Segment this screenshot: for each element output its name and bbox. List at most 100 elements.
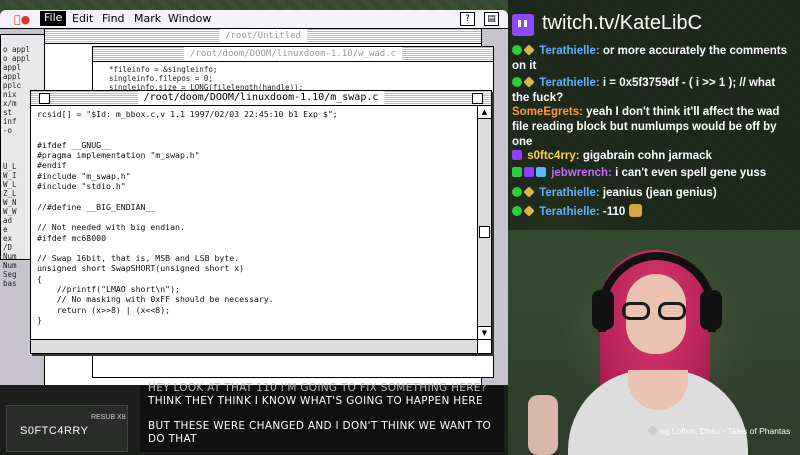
badge-icon: [512, 77, 522, 87]
badge-icon: [523, 186, 535, 198]
code-line[interactable]: #include "m_swap.h": [37, 171, 467, 181]
code-line[interactable]: rcsid[] = "$Id: m_bbox.c,v 1.1 1997/02/0…: [37, 109, 467, 119]
terminal-line: Num: [3, 261, 17, 270]
menu-find[interactable]: Find: [102, 12, 125, 25]
menu-file[interactable]: File: [40, 11, 67, 26]
terminal-line: appl: [3, 72, 22, 81]
scroll-thumb[interactable]: [479, 226, 490, 238]
code-line[interactable]: // Swapping 32bit.: [37, 336, 467, 337]
application-icon[interactable]: ▤: [484, 12, 499, 26]
chat-username[interactable]: jebwrench:: [551, 167, 612, 179]
terminal-line: ex: [3, 234, 13, 243]
chat-message: Terathielle: -110: [512, 204, 790, 220]
menu-edit[interactable]: Edit: [72, 12, 93, 25]
badge-icon: [512, 45, 522, 55]
chat-text: jeanius (jean genius): [602, 187, 717, 199]
emote-icon: [628, 204, 642, 217]
captions-box: HEY LOOK AT THAT 110 I'M GOING TO FIX SO…: [140, 382, 504, 452]
m-swap-window-title: /root/doom/DOOM/linuxdoom-1.10/m_swap.c: [137, 91, 385, 105]
code-line[interactable]: unsigned short SwapSHORT(unsigned short …: [37, 263, 467, 273]
music-credit: ng Lofton, Dhsu - Tales of Phantas: [648, 426, 790, 436]
terminal-line: Num: [3, 252, 17, 261]
terminal-line: inf: [3, 117, 17, 126]
code-line[interactable]: [37, 191, 467, 201]
code-line[interactable]: #pragma implementation "m_swap.h": [37, 150, 467, 160]
zoom-box-icon[interactable]: [472, 93, 483, 104]
chat-username[interactable]: Terathielle:: [539, 77, 600, 89]
code-line[interactable]: [37, 212, 467, 222]
badge-icon: [523, 44, 535, 56]
chat-username[interactable]: SomeEgrets:: [512, 106, 583, 118]
chat-username[interactable]: Terathielle:: [539, 206, 600, 218]
untitled-window-titlebar[interactable]: /root/Untitled: [45, 29, 481, 44]
help-icon[interactable]: ?: [460, 12, 475, 26]
chat-username[interactable]: Terathielle:: [539, 187, 600, 199]
headphone-earcup: [592, 290, 614, 330]
terminal-line: o appl: [3, 45, 31, 54]
streamer-arm: [528, 395, 558, 455]
twitch-chat: twitch.tv/KateLibC Terathielle: or more …: [512, 6, 796, 226]
vertical-scrollbar[interactable]: ▲ ▼: [477, 106, 491, 339]
chat-text: -110: [602, 206, 626, 218]
terminal-line: U_L: [3, 162, 17, 171]
apple-icon[interactable]: ●: [14, 13, 30, 26]
terminal-line: bas: [3, 279, 17, 288]
menu-window[interactable]: Window: [168, 12, 211, 25]
badge-icon: [524, 167, 534, 177]
m-swap-window-titlebar[interactable]: /root/doom/DOOM/linuxdoom-1.10/m_swap.c: [31, 91, 491, 106]
chat-message: Terathielle: or more accurately the comm…: [512, 44, 790, 74]
chat-username[interactable]: Terathielle:: [539, 45, 600, 57]
caption-line: THINK THEY THINK I KNOW WHAT'S GOING TO …: [148, 395, 483, 407]
terminal-line: W_W: [3, 207, 17, 216]
code-line[interactable]: [37, 325, 467, 335]
code-line[interactable]: [37, 130, 467, 140]
resub-name: S0FTC4RRY: [20, 425, 89, 437]
badge-icon: [536, 167, 546, 177]
terminal-line: Seg: [3, 270, 17, 279]
code-line[interactable]: return (x>>8) | (x<<8);: [37, 305, 467, 315]
code-editor[interactable]: rcsid[] = "$Id: m_bbox.c,v 1.1 1997/02/0…: [37, 109, 467, 337]
w-wad-window-title: /root/doom/DOOM/linuxdoom-1.10/w_wad.c: [184, 47, 402, 61]
menu-mark[interactable]: Mark: [134, 12, 161, 25]
chat-message: Terathielle: i = 0x5f3759df - ( i >> 1 )…: [512, 76, 790, 106]
code-line[interactable]: // Swap 16bit, that is, MSB and LSB byte…: [37, 253, 467, 263]
code-line[interactable]: #ifdef mc68000: [37, 233, 467, 243]
terminal-lines: o appl o appl appl appl pplc nix x/m st inf -o U_…: [3, 45, 30, 288]
terminal-line: pplc: [3, 81, 22, 90]
badge-icon: [512, 150, 522, 160]
badge-icon: [512, 206, 522, 216]
resize-box-icon[interactable]: [477, 339, 491, 353]
code-line[interactable]: #endif: [37, 160, 467, 170]
chat-message: jebwrench: i can't even spell gene yuss: [512, 166, 790, 181]
w-wad-window-titlebar[interactable]: /root/doom/DOOM/linuxdoom-1.10/w_wad.c: [93, 47, 493, 62]
code-line[interactable]: }: [37, 315, 467, 325]
code-line[interactable]: // No masking with 0xFF should be necess…: [37, 294, 467, 304]
code-line[interactable]: #ifdef __GNUG__: [37, 140, 467, 150]
code-line[interactable]: //printf("LMAO short\n");: [37, 284, 467, 294]
code-line[interactable]: #include "stdio.h": [37, 181, 467, 191]
chat-text: i can't even spell gene yuss: [615, 167, 767, 179]
badge-icon: [512, 187, 522, 197]
code-line[interactable]: //#define __BIG_ENDIAN__: [37, 202, 467, 212]
code-line[interactable]: singleinfo.filepos = 0;: [109, 74, 308, 83]
scroll-up-arrow-icon[interactable]: ▲: [478, 106, 491, 119]
menu-bar: ● File Edit Find Mark Window ? ▤: [0, 10, 508, 29]
code-line[interactable]: [37, 243, 467, 253]
terminal-line: W_N: [3, 198, 17, 207]
terminal-line: x/m: [3, 99, 17, 108]
close-box-icon[interactable]: [39, 93, 50, 104]
chat-username[interactable]: s0ftc4rry:: [527, 150, 579, 162]
code-line[interactable]: [37, 119, 467, 129]
m-swap-window[interactable]: /root/doom/DOOM/linuxdoom-1.10/m_swap.c …: [30, 90, 492, 354]
terminal-line: W_L: [3, 180, 17, 189]
caption-line: HEY LOOK AT THAT 110 I'M GOING TO FIX SO…: [148, 382, 487, 394]
code-line[interactable]: {: [37, 274, 467, 284]
code-line[interactable]: // Not needed with big endian.: [37, 222, 467, 232]
horizontal-scrollbar[interactable]: [31, 339, 477, 353]
scroll-down-arrow-icon[interactable]: ▼: [478, 326, 491, 339]
terminal-line: -o: [3, 126, 13, 135]
code-line[interactable]: *fileinfo = &singleinfo;: [109, 65, 308, 74]
